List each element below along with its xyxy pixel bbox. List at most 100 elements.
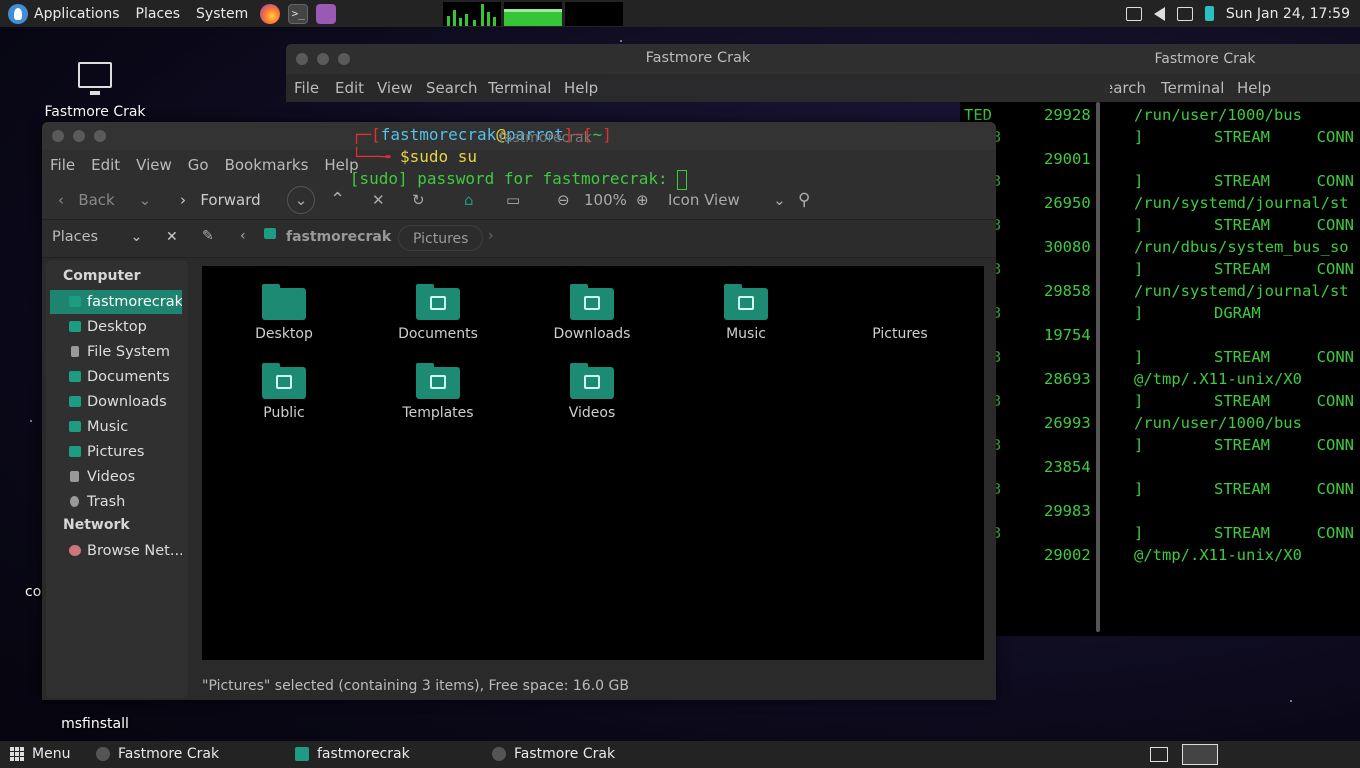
parrot-logo-icon [8, 3, 28, 24]
terminal-window-front[interactable]: Fastmore Crak File Edit View Search Term… [286, 44, 1110, 636]
close-button[interactable] [52, 130, 64, 142]
terminal-output-cell: @/tmp/.X11-unix/X0 [1134, 546, 1302, 564]
pictures-folder-icon [69, 446, 81, 457]
clock[interactable]: Sun Jan 24, 17:59 [1226, 6, 1350, 22]
system-label: System [196, 5, 249, 22]
back-button[interactable]: ‹ Back ⌄ [58, 186, 151, 214]
taskbar-item-file-manager[interactable]: fastmorecrak [295, 746, 410, 762]
system-menu[interactable]: System [188, 0, 256, 27]
sidebar-item-label: File System [87, 344, 170, 360]
terminal-output-cell: STREAM CONN [1214, 392, 1354, 410]
sidebar-item-label: Downloads [87, 394, 167, 410]
sidebar-item-label: Browse Net... [87, 543, 182, 559]
taskbar-item-label: fastmorecrak [317, 746, 410, 762]
terminal-launcher-icon[interactable]: >_ [288, 3, 309, 24]
applications-menu[interactable]: Applications [0, 0, 128, 27]
home-folder-icon [264, 228, 276, 239]
terminal-body[interactable]: ┌─[fastmorecrak@parrot]─[~] └──╼ $sudo s… [286, 102, 1110, 636]
display-icon[interactable] [1176, 6, 1193, 21]
forward-label: Forward [200, 191, 261, 209]
close-sidebar-icon[interactable]: ✕ [166, 229, 178, 245]
forward-button[interactable]: › Forward [180, 186, 261, 214]
notes-launcher-icon[interactable] [316, 3, 337, 24]
terminal-output-cell: ] [1134, 480, 1144, 498]
monitor-icon [78, 62, 112, 95]
desktop-icon-partial[interactable]: co [25, 584, 41, 600]
terminal-icon [492, 747, 506, 761]
terminal-output-cell: /run/user/1000/bus [1134, 414, 1302, 432]
titlebar[interactable]: Fastmore Crak [286, 44, 1110, 74]
path-left-arrow[interactable]: ‹ [240, 228, 246, 244]
sidebar-item-videos[interactable]: Videos [50, 465, 182, 489]
menu-edit[interactable]: Edit [91, 156, 120, 174]
sidebar-item-label: Desktop [87, 319, 147, 335]
menu-terminal[interactable]: Terminal [1161, 74, 1224, 102]
cpu-graph[interactable] [443, 1, 502, 26]
sidebar-item-trash[interactable]: Trash [50, 490, 182, 514]
sidebar-item-home[interactable]: fastmorecrak [50, 290, 182, 314]
sidebar-item-label: fastmorecrak [87, 294, 182, 310]
terminal-output-cell: ] [1134, 304, 1144, 322]
desktop-icon-label: Fastmore Crak [44, 104, 146, 120]
status-bar: "Pictures" selected (containing 3 items)… [202, 678, 629, 694]
terminal-output-cell: /run/systemd/journal/st [1134, 282, 1349, 300]
sidebar-item-documents[interactable]: Documents [50, 365, 182, 389]
sidebar-item-pictures[interactable]: Pictures [50, 440, 182, 464]
window-title: Fastmore Crak [645, 50, 751, 66]
battery-icon[interactable] [1204, 6, 1214, 21]
places-menu[interactable]: Places [128, 0, 189, 27]
menu-terminal[interactable]: Terminal [488, 79, 551, 97]
menu-file[interactable]: File [50, 156, 75, 174]
taskbar-item-terminal-1[interactable]: Fastmore Crak [96, 746, 219, 762]
terminal-output-cell: ] [1134, 436, 1144, 454]
minimize-button[interactable] [73, 130, 85, 142]
sidebar-item-browse-network[interactable]: Browse Net... [50, 539, 182, 563]
terminal-output-cell: ] [1134, 128, 1144, 146]
desktop-folder-icon [69, 321, 81, 332]
terminal-output-cell: STREAM CONN [1214, 128, 1354, 146]
maximize-button[interactable] [94, 130, 106, 142]
sidebar-item-desktop[interactable]: Desktop [50, 315, 182, 339]
sidebar-item-label: Music [87, 419, 129, 435]
terminal-output-cell: @/tmp/.X11-unix/X0 [1134, 370, 1302, 388]
sidebar-item-music[interactable]: Music [50, 415, 182, 439]
terminal-output-cell: STREAM CONN [1214, 480, 1354, 498]
taskbar-item-terminal-2[interactable]: Fastmore Crak [492, 746, 615, 762]
menu-view[interactable]: View [136, 156, 172, 174]
desktop-icon-computer[interactable]: Fastmore Crak [42, 62, 148, 120]
system-tray: Sun Jan 24, 17:59 [1125, 0, 1360, 27]
show-desktop-icon[interactable] [1150, 747, 1168, 762]
places-dropdown[interactable]: Places ⌄ [52, 229, 143, 245]
keyboard-icon[interactable] [1125, 6, 1142, 21]
menu-view[interactable]: View [377, 79, 413, 97]
edit-path-icon[interactable]: ✎ [202, 228, 214, 244]
sidebar-item-downloads[interactable]: Downloads [50, 390, 182, 414]
workspace-switcher[interactable] [1182, 744, 1218, 765]
password-prompt-line: [sudo] password for fastmorecrak: [292, 150, 688, 209]
firefox-icon[interactable] [260, 3, 281, 24]
password-prompt: [sudo] password for fastmorecrak: [349, 169, 678, 188]
terminal-output-cell: STREAM CONN [1214, 348, 1354, 366]
menu-help[interactable]: Help [564, 79, 598, 97]
applications-label: Applications [34, 5, 120, 22]
terminal-output-cell: ] [1134, 216, 1144, 234]
menu-search[interactable]: earch [1104, 74, 1146, 102]
prompt-dir: ~ [592, 125, 603, 144]
terminal-output-cell: /run/user/1000/bus [1134, 106, 1302, 124]
places-sidebar: Computer fastmorecrak Desktop File Syste… [46, 260, 188, 698]
back-label: Back [78, 191, 115, 209]
menu-edit[interactable]: Edit [335, 79, 364, 97]
desktop-icon-msfinstall[interactable]: msfinstall [58, 716, 132, 732]
terminal-output-cell: STREAM CONN [1214, 524, 1354, 542]
sidebar-item-label: Pictures [87, 444, 145, 460]
sidebar-item-filesystem[interactable]: File System [50, 340, 182, 364]
menu-help[interactable]: Help [1237, 74, 1271, 102]
menu-search[interactable]: Search [426, 79, 478, 97]
menu-file[interactable]: File [294, 79, 319, 97]
volume-icon[interactable] [1153, 6, 1165, 21]
menu-button[interactable]: Menu [10, 746, 70, 762]
menu-go[interactable]: Go [188, 156, 209, 174]
network-graph[interactable] [565, 1, 624, 26]
terminal-scrollbar[interactable] [1096, 102, 1100, 632]
memory-graph[interactable] [504, 1, 563, 26]
